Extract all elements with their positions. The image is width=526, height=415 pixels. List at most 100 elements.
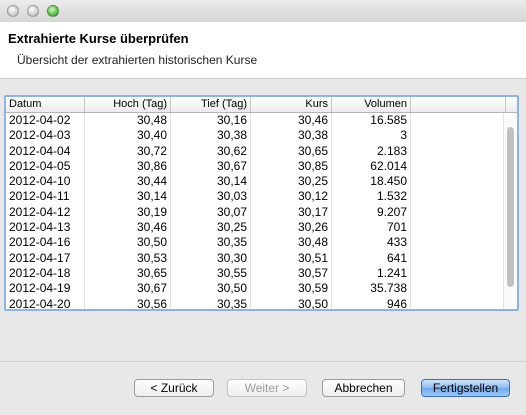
cell-hoch: 30,50 (85, 235, 171, 251)
cell-hoch: 30,44 (85, 174, 171, 190)
wizard-header: Extrahierte Kurse überprüfen Übersicht d… (0, 22, 526, 79)
next-button[interactable]: Weiter > (227, 379, 307, 397)
column-header-hoch[interactable]: Hoch (Tag) (85, 97, 171, 112)
cell-kurs: 30,46 (251, 113, 332, 129)
cell-hoch: 30,46 (85, 220, 171, 236)
cell-kurs: 30,85 (251, 158, 332, 175)
cell-tief: 30,55 (171, 265, 251, 282)
cell-tief: 30,07 (171, 204, 251, 221)
cell-volumen: 2.183 (332, 143, 411, 159)
table-row[interactable]: 2012-04-03 30,40 30,38 30,38 3 (6, 128, 517, 144)
cell-datum: 2012-04-11 (6, 189, 85, 205)
cell-tief: 30,35 (171, 296, 251, 309)
cell-hoch: 30,72 (85, 143, 171, 159)
cell-kurs: 30,48 (251, 235, 332, 251)
page-title: Extrahierte Kurse überprüfen (8, 31, 189, 46)
table-row[interactable]: 2012-04-13 30,46 30,25 30,26 701 (6, 220, 517, 236)
cell-kurs: 30,25 (251, 174, 332, 190)
cell-tief: 30,03 (171, 189, 251, 205)
back-button[interactable]: < Zurück (134, 379, 214, 397)
column-header-tief[interactable]: Tief (Tag) (171, 97, 251, 112)
table-row[interactable]: 2012-04-19 30,67 30,50 30,59 35.738 (6, 281, 517, 297)
prices-table[interactable]: Datum Hoch (Tag) Tief (Tag) Kurs Volumen… (4, 95, 519, 311)
cell-datum: 2012-04-16 (6, 235, 85, 251)
cell-datum: 2012-04-12 (6, 204, 85, 221)
cell-kurs: 30,26 (251, 220, 332, 236)
table-row[interactable]: 2012-04-11 30,14 30,03 30,12 1.532 (6, 189, 517, 205)
cancel-button[interactable]: Abbrechen (322, 379, 405, 397)
cell-datum: 2012-04-18 (6, 265, 85, 282)
cell-kurs: 30,17 (251, 204, 332, 221)
cell-tief: 30,67 (171, 158, 251, 175)
cell-hoch: 30,56 (85, 296, 171, 309)
table-row[interactable]: 2012-04-17 30,53 30,30 30,51 641 (6, 250, 517, 266)
cell-tief: 30,62 (171, 143, 251, 159)
cell-datum: 2012-04-04 (6, 143, 85, 159)
table-row[interactable]: 2012-04-10 30,44 30,14 30,25 18.450 (6, 174, 517, 190)
column-header-volumen[interactable]: Volumen (332, 97, 411, 112)
cell-kurs: 30,59 (251, 281, 332, 297)
minimize-window-icon[interactable] (27, 5, 39, 17)
cell-hoch: 30,65 (85, 265, 171, 282)
cell-hoch: 30,53 (85, 250, 171, 266)
column-header-kurs[interactable]: Kurs (251, 97, 332, 112)
cell-datum: 2012-04-05 (6, 158, 85, 175)
cell-hoch: 30,86 (85, 158, 171, 175)
table-row[interactable]: 2012-04-12 30,19 30,07 30,17 9.207 (6, 204, 517, 221)
cell-hoch: 30,40 (85, 128, 171, 144)
zoom-window-icon[interactable] (47, 5, 59, 17)
vertical-scrollbar[interactable] (503, 113, 517, 309)
cell-kurs: 30,57 (251, 265, 332, 282)
cell-hoch: 30,19 (85, 204, 171, 221)
cell-datum: 2012-04-17 (6, 250, 85, 266)
finish-button[interactable]: Fertigstellen (421, 379, 510, 397)
cell-datum: 2012-04-10 (6, 174, 85, 190)
button-bar-divider (0, 361, 526, 362)
cell-tief: 30,50 (171, 281, 251, 297)
cell-volumen: 3 (332, 128, 411, 144)
window-titlebar (0, 0, 526, 22)
cell-kurs: 30,51 (251, 250, 332, 266)
cell-volumen: 18.450 (332, 174, 411, 190)
cell-datum: 2012-04-13 (6, 220, 85, 236)
column-header-datum[interactable]: Datum (6, 97, 85, 112)
table-row[interactable]: 2012-04-04 30,72 30,62 30,65 2.183 (6, 143, 517, 159)
table-row[interactable]: 2012-04-02 30,48 30,16 30,46 16.585 (6, 113, 517, 129)
cell-datum: 2012-04-02 (6, 113, 85, 129)
cell-kurs: 30,38 (251, 128, 332, 144)
table-row[interactable]: 2012-04-05 30,86 30,67 30,85 62.014 (6, 158, 517, 175)
cell-tief: 30,25 (171, 220, 251, 236)
close-window-icon[interactable] (7, 5, 19, 17)
scrollbar-thumb[interactable] (507, 127, 514, 287)
cell-volumen: 9.207 (332, 204, 411, 221)
cell-kurs: 30,50 (251, 296, 332, 309)
cell-datum: 2012-04-19 (6, 281, 85, 297)
cell-volumen: 62.014 (332, 158, 411, 175)
cell-hoch: 30,14 (85, 189, 171, 205)
cell-kurs: 30,12 (251, 189, 332, 205)
cell-volumen: 1.532 (332, 189, 411, 205)
cell-tief: 30,35 (171, 235, 251, 251)
cell-tief: 30,14 (171, 174, 251, 190)
table-row[interactable]: 2012-04-16 30,50 30,35 30,48 433 (6, 235, 517, 251)
cell-volumen: 1.241 (332, 265, 411, 282)
cell-tief: 30,38 (171, 128, 251, 144)
cell-tief: 30,16 (171, 113, 251, 129)
cell-datum: 2012-04-03 (6, 128, 85, 144)
table-row[interactable]: 2012-04-18 30,65 30,55 30,57 1.241 (6, 265, 517, 282)
page-description: Übersicht der extrahierten historischen … (17, 53, 258, 67)
cell-hoch: 30,67 (85, 281, 171, 297)
cell-hoch: 30,48 (85, 113, 171, 129)
cell-volumen: 946 (332, 296, 411, 309)
cell-volumen: 641 (332, 250, 411, 266)
cell-volumen: 35.738 (332, 281, 411, 297)
cell-datum: 2012-04-20 (6, 296, 85, 309)
cell-kurs: 30,65 (251, 143, 332, 159)
table-body: 2012-04-02 30,48 30,16 30,46 16.585 2012-04-0… (6, 113, 517, 309)
column-header-filler (411, 97, 506, 112)
cell-tief: 30,30 (171, 250, 251, 266)
cell-volumen: 701 (332, 220, 411, 236)
table-row[interactable]: 2012-04-20 30,56 30,35 30,50 946 (6, 296, 517, 309)
cell-volumen: 16.585 (332, 113, 411, 129)
cell-volumen: 433 (332, 235, 411, 251)
